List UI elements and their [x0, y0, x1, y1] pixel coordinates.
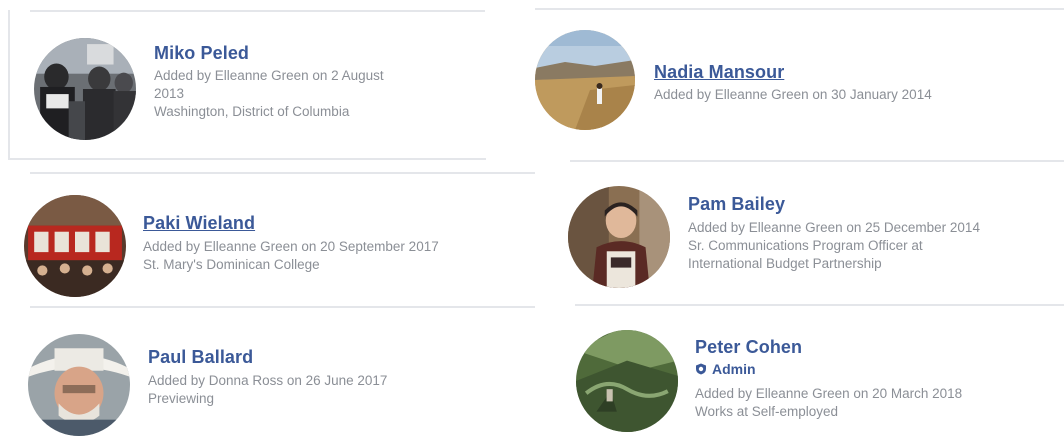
member-name[interactable]: Peter Cohen — [695, 337, 802, 358]
school: St. Mary's Dominican College — [143, 257, 320, 272]
member-name[interactable]: Paki Wieland — [143, 213, 255, 234]
job-title: Sr. Communications Program Officer at — [688, 238, 923, 253]
crowd-photo-icon — [34, 38, 136, 140]
admin-badge: Admin — [695, 361, 756, 377]
added-info: Added by Elleanne Green on 25 December 2… — [688, 220, 980, 235]
member-name[interactable]: Paul Ballard — [148, 347, 253, 368]
work: Works at Self-employed — [695, 404, 839, 419]
avatar[interactable] — [34, 38, 136, 140]
portrait-photo-icon — [568, 186, 670, 288]
group-banner-photo-icon — [24, 195, 126, 297]
member-meta: Added by Donna Ross on 26 June 2017 Prev… — [148, 372, 387, 408]
divider — [30, 306, 535, 308]
divider — [535, 8, 1064, 10]
avatar[interactable] — [568, 186, 670, 288]
divider — [8, 158, 486, 160]
avatar[interactable] — [24, 195, 126, 297]
member-name[interactable]: Miko Peled — [154, 43, 249, 64]
desert-landscape-photo-icon — [535, 30, 635, 130]
added-info: Added by Elleanne Green on 20 September … — [143, 239, 439, 254]
member-meta: Added by Elleanne Green on 25 December 2… — [688, 219, 980, 273]
divider — [570, 160, 1064, 162]
member-name[interactable]: Pam Bailey — [688, 194, 785, 215]
admin-label: Admin — [712, 361, 756, 377]
added-info: Added by Elleanne Green on 2 August — [154, 68, 384, 83]
added-info: Added by Elleanne Green on 20 March 2018 — [695, 386, 963, 401]
avatar[interactable] — [535, 30, 635, 130]
mountain-photo-icon — [576, 330, 678, 432]
hat-portrait-photo-icon — [28, 334, 130, 436]
added-info: Added by Donna Ross on 26 June 2017 — [148, 373, 388, 388]
divider — [30, 10, 485, 12]
added-info: Added by Elleanne Green on 30 January 20… — [654, 87, 932, 102]
member-meta: Added by Elleanne Green on 20 March 2018… — [695, 385, 962, 421]
added-info-continued: 2013 — [154, 86, 185, 101]
employer: International Budget Partnership — [688, 256, 882, 271]
avatar[interactable] — [28, 334, 130, 436]
avatar[interactable] — [576, 330, 678, 432]
member-meta: Added by Elleanne Green on 20 September … — [143, 238, 439, 274]
divider — [30, 172, 535, 174]
member-meta: Added by Elleanne Green on 30 January 20… — [654, 86, 932, 104]
divider — [8, 10, 10, 160]
divider — [575, 304, 1064, 306]
admin-shield-icon — [696, 363, 706, 375]
location: Washington, District of Columbia — [154, 104, 350, 119]
member-meta: Added by Elleanne Green on 2 August 2013… — [154, 67, 384, 121]
member-name[interactable]: Nadia Mansour — [654, 62, 784, 83]
status: Previewing — [148, 391, 215, 406]
